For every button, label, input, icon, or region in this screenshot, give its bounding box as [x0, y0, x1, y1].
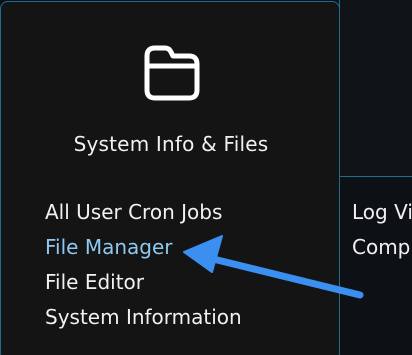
adjacent-card [339, 0, 412, 177]
system-info-menu: All User Cron Jobs File Manager File Edi… [45, 197, 242, 337]
menu-item-file-manager[interactable]: File Manager [45, 232, 242, 267]
screenshot-stage: System Info & Files All User Cron Jobs F… [0, 0, 412, 355]
folder-icon [144, 45, 200, 101]
menu-item-all-user-cron-jobs[interactable]: All User Cron Jobs [45, 197, 242, 232]
card-title: System Info & Files [73, 132, 269, 156]
menu-item-system-information[interactable]: System Information [45, 302, 242, 337]
neighbor-menu: Log Vi Comp [352, 197, 412, 267]
menu-item-file-editor[interactable]: File Editor [45, 267, 242, 302]
menu-item-comp[interactable]: Comp [352, 232, 412, 267]
menu-item-log-viewer[interactable]: Log Vi [352, 197, 412, 232]
